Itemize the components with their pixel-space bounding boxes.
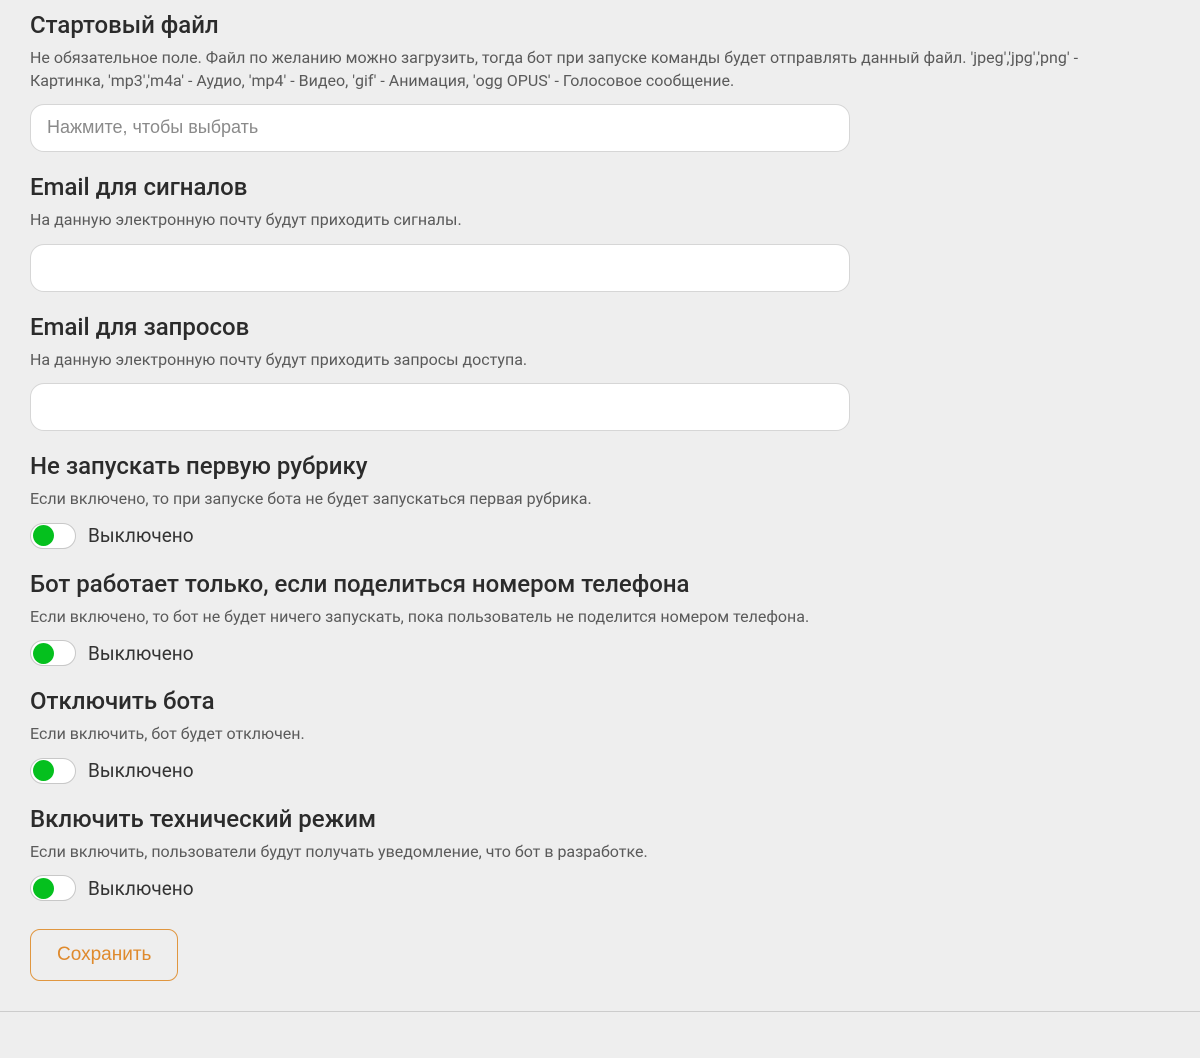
field-title: Не запускать первую рубрику: [30, 451, 1170, 482]
toggle-row: Выключено: [30, 875, 1170, 901]
toggle-row: Выключено: [30, 523, 1170, 549]
toggle-knob-icon: [33, 525, 54, 546]
field-email-requests: Email для запросов На данную электронную…: [30, 312, 1170, 432]
settings-form: Стартовый файл Не обязательное поле. Фай…: [0, 0, 1200, 1012]
field-title: Стартовый файл: [30, 10, 1170, 41]
field-tech-mode: Включить технический режим Если включить…: [30, 804, 1170, 902]
toggle-knob-icon: [33, 878, 54, 899]
email-signals-input[interactable]: [30, 244, 850, 292]
toggle-state-label: Выключено: [88, 877, 194, 900]
field-title: Отключить бота: [30, 686, 1170, 717]
field-title: Включить технический режим: [30, 804, 1170, 835]
toggle-knob-icon: [33, 643, 54, 664]
toggle-state-label: Выключено: [88, 642, 194, 665]
field-desc: Если включить, пользователи будут получа…: [30, 841, 1150, 863]
field-desc: Если включено, то бот не будет ничего за…: [30, 606, 1150, 628]
field-desc: Если включено, то при запуске бота не бу…: [30, 488, 1150, 510]
phone-required-toggle[interactable]: [30, 640, 76, 666]
field-start-file: Стартовый файл Не обязательное поле. Фай…: [30, 10, 1170, 152]
toggle-state-label: Выключено: [88, 759, 194, 782]
field-desc: На данную электронную почту будут приход…: [30, 209, 1150, 231]
toggle-row: Выключено: [30, 640, 1170, 666]
save-button[interactable]: Сохранить: [30, 929, 178, 981]
field-desc: На данную электронную почту будут приход…: [30, 349, 1150, 371]
field-title: Бот работает только, если поделиться ном…: [30, 569, 1170, 600]
tech-mode-toggle[interactable]: [30, 875, 76, 901]
field-title: Email для запросов: [30, 312, 1170, 343]
field-no-first-rubric: Не запускать первую рубрику Если включен…: [30, 451, 1170, 549]
no-first-rubric-toggle[interactable]: [30, 523, 76, 549]
toggle-state-label: Выключено: [88, 524, 194, 547]
email-requests-input[interactable]: [30, 383, 850, 431]
start-file-input[interactable]: [30, 104, 850, 152]
toggle-row: Выключено: [30, 758, 1170, 784]
field-phone-required: Бот работает только, если поделиться ном…: [30, 569, 1170, 667]
field-desc: Не обязательное поле. Файл по желанию мо…: [30, 47, 1150, 92]
disable-bot-toggle[interactable]: [30, 758, 76, 784]
field-title: Email для сигналов: [30, 172, 1170, 203]
toggle-knob-icon: [33, 760, 54, 781]
field-desc: Если включить, бот будет отключен.: [30, 723, 1150, 745]
field-disable-bot: Отключить бота Если включить, бот будет …: [30, 686, 1170, 784]
field-email-signals: Email для сигналов На данную электронную…: [30, 172, 1170, 292]
